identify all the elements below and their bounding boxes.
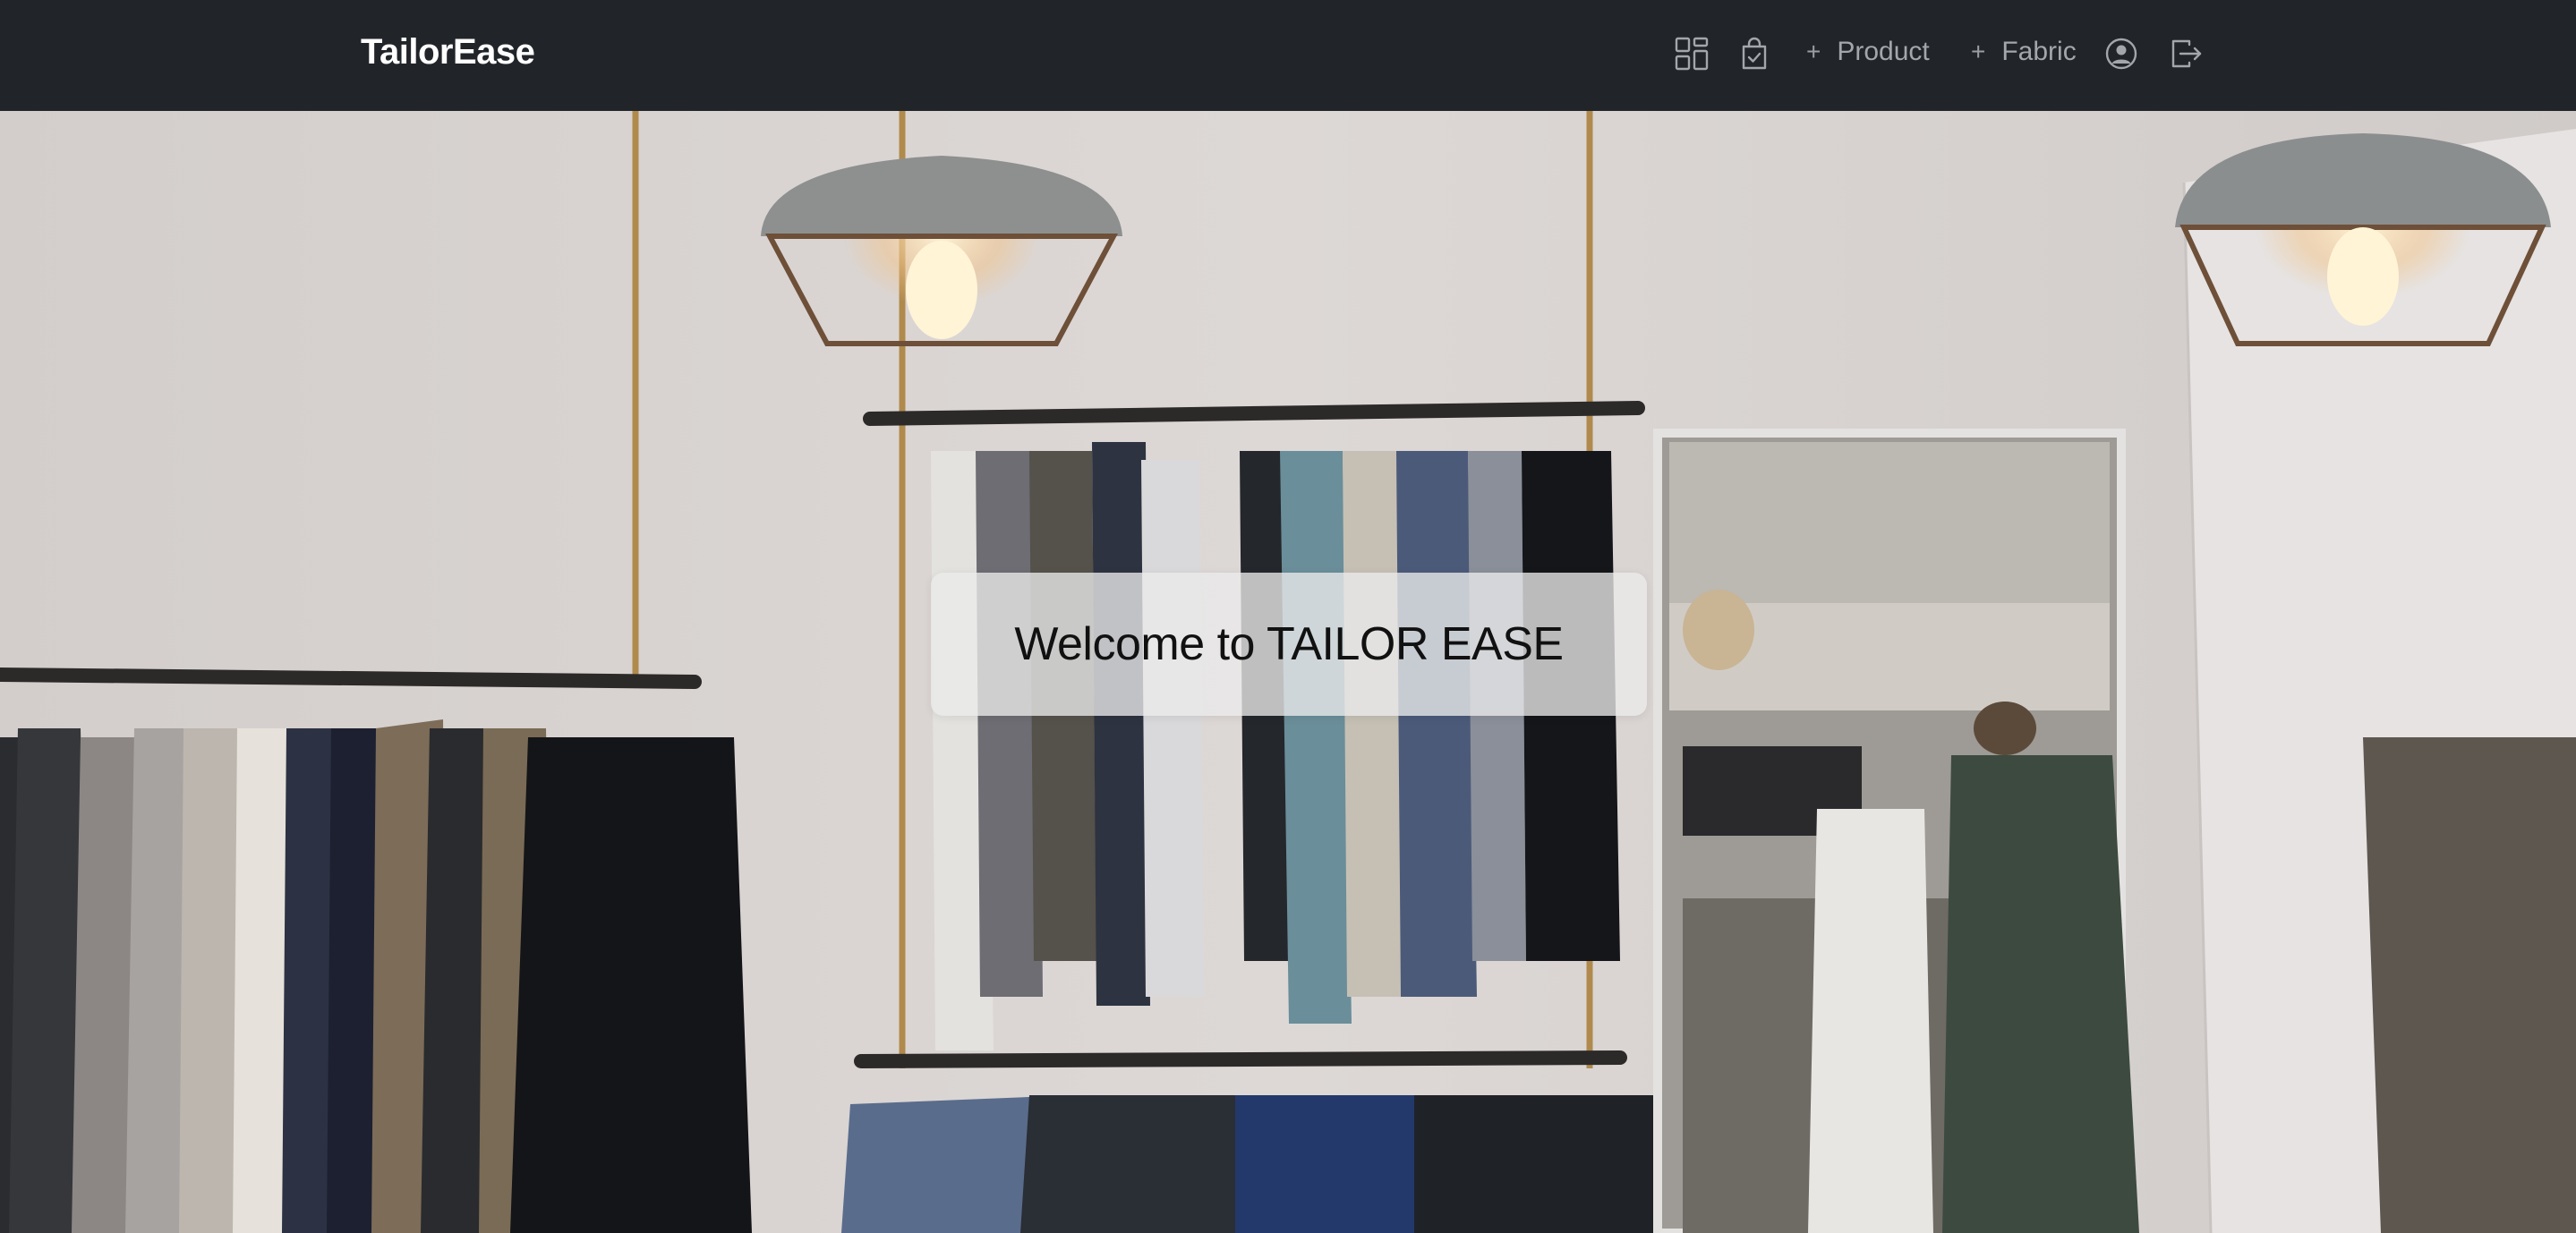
brand-logo[interactable]: TailorEase	[361, 32, 535, 72]
navbar: TailorEase + Product + Fabric	[0, 0, 2576, 111]
dashboard-icon[interactable]	[1674, 36, 1710, 72]
hero-banner: Welcome to TAILOR EASE	[0, 111, 2576, 1233]
nav-link-product[interactable]: + Product	[1806, 32, 1930, 72]
plus-icon: +	[1971, 38, 1986, 65]
welcome-heading: Welcome to TAILOR EASE	[1014, 618, 1564, 670]
bag-check-icon[interactable]	[1736, 36, 1772, 72]
nav-link-fabric[interactable]: + Fabric	[1971, 32, 2077, 72]
nav-link-product-label: Product	[1837, 37, 1930, 66]
nav-link-fabric-label: Fabric	[2001, 37, 2077, 66]
plus-icon: +	[1806, 38, 1821, 65]
welcome-card: Welcome to TAILOR EASE	[931, 573, 1647, 716]
person-circle-icon[interactable]	[2103, 36, 2139, 72]
logout-icon[interactable]	[2168, 36, 2204, 72]
